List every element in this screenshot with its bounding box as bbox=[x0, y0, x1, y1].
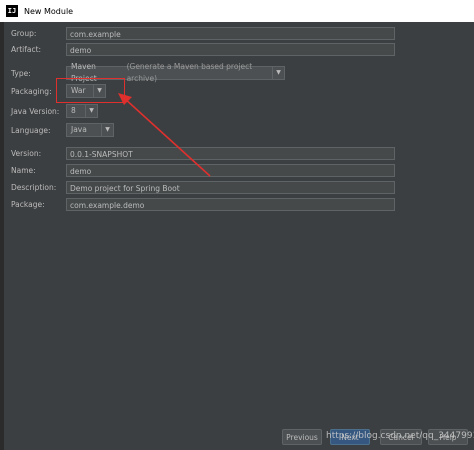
annotation-arrow bbox=[118, 93, 211, 177]
watermark-text: https://blog.csdn.net/qq_34479912 bbox=[326, 431, 474, 441]
previous-button[interactable]: Previous bbox=[282, 429, 322, 445]
